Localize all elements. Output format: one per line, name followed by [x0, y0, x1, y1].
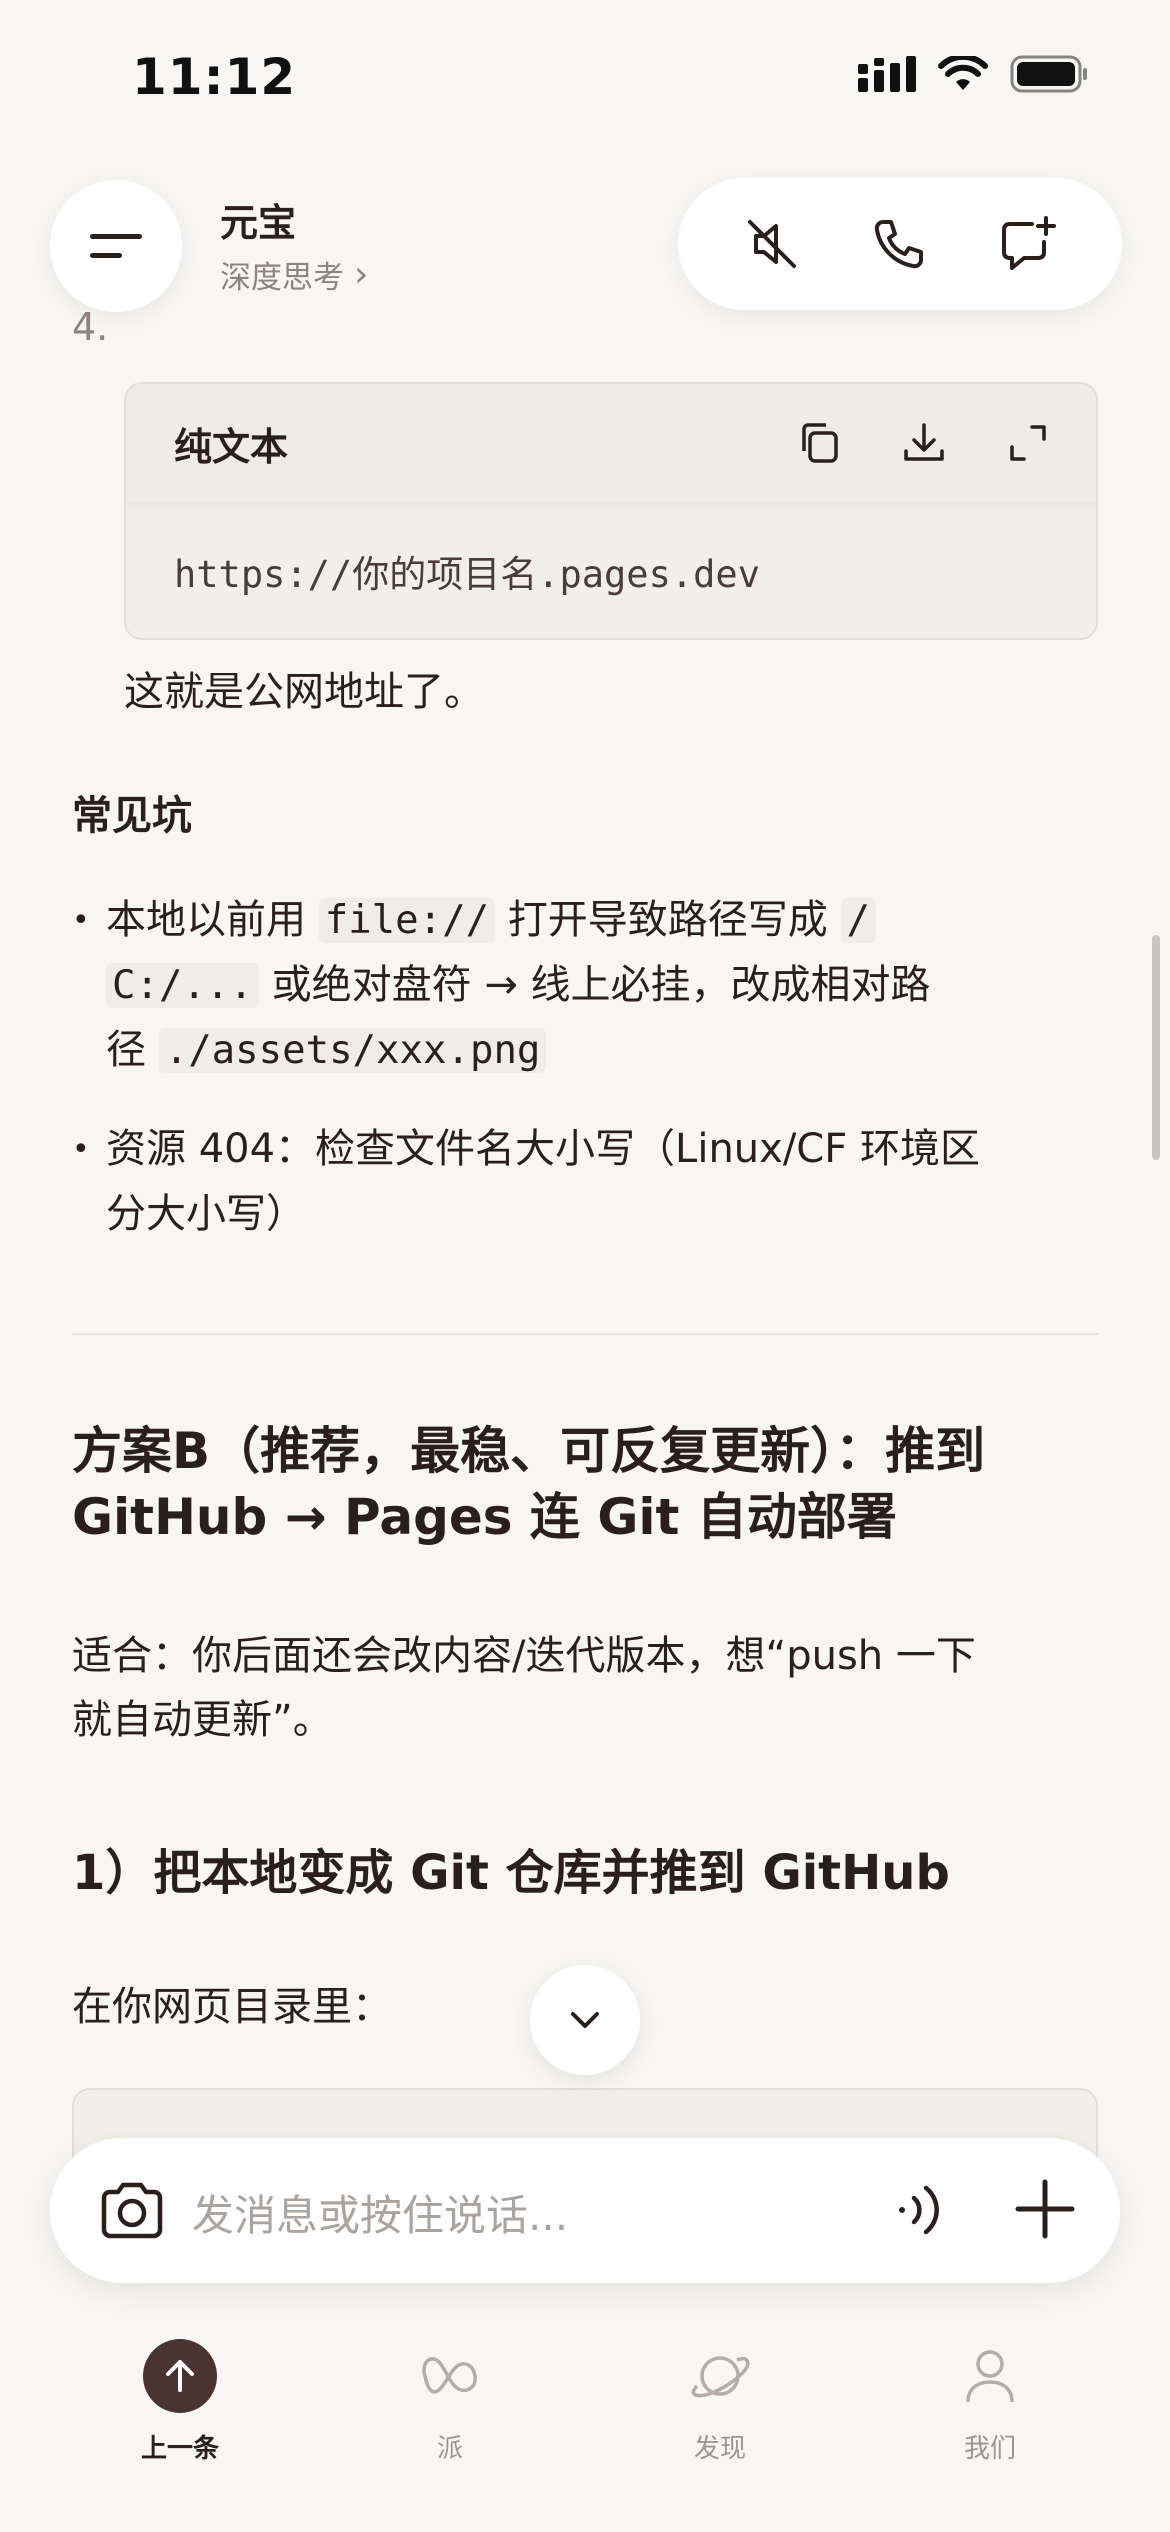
planet-icon [691, 2356, 750, 2398]
wifi-icon [938, 53, 988, 96]
tab-bar: 上一条 派 发现 我们 [0, 2318, 1170, 2532]
expand-icon[interactable] [1004, 419, 1052, 467]
code-tools [796, 419, 1052, 467]
chevron-right-icon: › [354, 254, 369, 295]
action-group [678, 178, 1122, 310]
new-chat-icon [1002, 216, 1057, 270]
speaker-muted-icon [747, 220, 796, 268]
code-language: 纯文本 [174, 424, 289, 469]
person-icon [966, 2350, 1014, 2403]
step-heading: 1）把本地变成 Git 仓库并推到 GitHub [72, 1845, 950, 1901]
status-bar: 11:12 [0, 0, 1170, 150]
text: 径 [106, 1027, 159, 1073]
text: 或绝对盘符 → 线上必挂，改成相对路 [258, 962, 931, 1008]
scrollbar[interactable] [1152, 935, 1160, 1160]
heading-line: GitHub → Pages 连 Git 自动部署 [72, 1488, 897, 1546]
inline-code: file:// [318, 898, 496, 943]
camera-button[interactable] [98, 2178, 166, 2242]
call-button[interactable] [869, 214, 929, 274]
paragraph: 在你网页目录里： [72, 1984, 392, 2030]
assistant-name[interactable]: 元宝 [220, 192, 296, 247]
scroll-to-bottom-button[interactable] [530, 1965, 640, 2075]
text: 分大小写） [106, 1191, 306, 1237]
mute-button[interactable] [742, 214, 802, 274]
paragraph: 这就是公网地址了。 [124, 669, 484, 715]
add-button[interactable] [1010, 2174, 1080, 2244]
top-nav: 元宝 深度思考 › [0, 170, 1170, 320]
text: 本地以前用 [106, 897, 319, 943]
mode-label: 深度思考 [220, 260, 344, 296]
message-input-bar[interactable]: 发消息或按住说话... [50, 2138, 1120, 2283]
text: 适合：你后面还会改内容/迭代版本，想“push 一下 [72, 1633, 976, 1679]
inline-code: C:/... [106, 963, 259, 1008]
mode-selector[interactable]: 深度思考 › [220, 252, 368, 297]
divider [72, 1333, 1098, 1335]
inline-code: / [840, 898, 877, 943]
plus-icon [1015, 2179, 1075, 2239]
heading-line: 方案B（推荐，最稳、可反复更新）：推到 [72, 1422, 986, 1480]
paragraph: 适合：你后面还会改内容/迭代版本，想“push 一下 就自动更新”。 [72, 1624, 976, 1752]
status-icons [858, 53, 1090, 97]
tab-label: 派 [436, 2434, 463, 2464]
list-item: 本地以前用 file:// 打开导致路径写成 / C:/... 或绝对盘符 → … [72, 888, 1082, 1083]
code-block-header: 纯文本 [126, 384, 1096, 502]
section-heading: 方案B（推荐，最稳、可反复更新）：推到 GitHub → Pages 连 Git… [72, 1418, 1112, 1550]
tab-label: 上一条 [140, 2434, 219, 2464]
code-text: https://你的项目名.pages.dev [174, 553, 760, 596]
code-block: 纯文本 https://你的项目名.pages.dev [124, 382, 1098, 640]
tab-label: 我们 [963, 2434, 1016, 2464]
voice-button[interactable] [890, 2178, 950, 2242]
voice-wave-icon [899, 2185, 939, 2235]
infinity-icon [422, 2357, 477, 2394]
tab-pai[interactable]: 派 [360, 2338, 540, 2465]
download-icon[interactable] [900, 419, 948, 467]
arrow-up-icon [143, 2339, 217, 2413]
menu-icon [90, 234, 142, 258]
menu-button[interactable] [50, 180, 182, 312]
section-title: 常见坑 [72, 793, 192, 839]
tab-previous[interactable]: 上一条 [90, 2338, 270, 2465]
battery-icon [1010, 55, 1090, 97]
status-time: 11:12 [132, 48, 297, 106]
tab-us[interactable]: 我们 [900, 2338, 1080, 2465]
camera-icon [101, 2182, 163, 2239]
message-input[interactable]: 发消息或按住说话... [192, 2182, 568, 2243]
signal-icon [858, 56, 916, 96]
chevron-down-icon [571, 2012, 599, 2028]
phone-icon [874, 220, 923, 269]
text: 就自动更新”。 [72, 1697, 333, 1743]
tab-label: 发现 [693, 2434, 746, 2464]
new-chat-button[interactable] [996, 214, 1058, 274]
text: 资源 404：检查文件名大小写（Linux/CF 环境区 [106, 1126, 980, 1172]
list-item: 资源 404：检查文件名大小写（Linux/CF 环境区 分大小写） [72, 1117, 1082, 1247]
copy-icon[interactable] [796, 419, 844, 467]
tab-discover[interactable]: 发现 [630, 2338, 810, 2465]
text: 打开导致路径写成 [495, 897, 841, 943]
inline-code: ./assets/xxx.png [158, 1028, 547, 1073]
